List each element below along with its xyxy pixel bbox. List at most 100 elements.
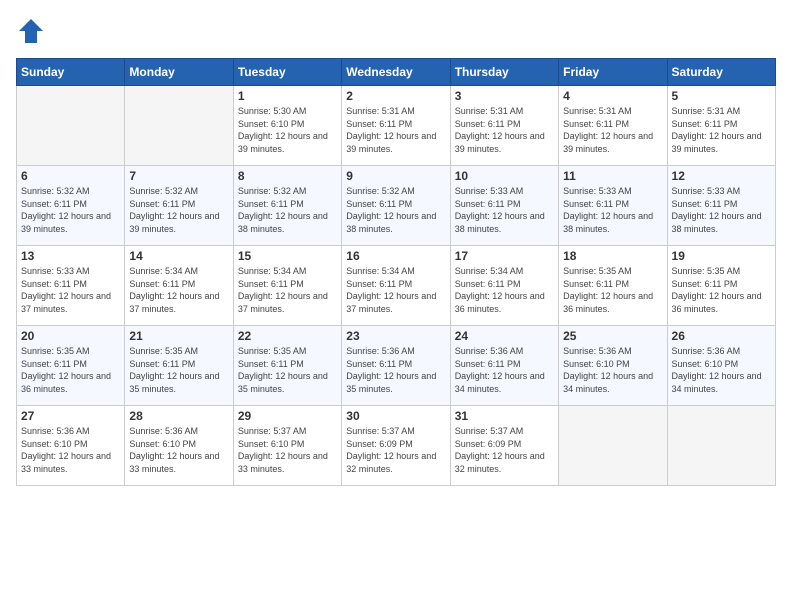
day-info: Sunrise: 5:33 AM Sunset: 6:11 PM Dayligh… bbox=[672, 185, 771, 235]
day-info: Sunrise: 5:31 AM Sunset: 6:11 PM Dayligh… bbox=[563, 105, 662, 155]
day-number: 23 bbox=[346, 329, 445, 343]
day-number: 30 bbox=[346, 409, 445, 423]
calendar-cell: 21 Sunrise: 5:35 AM Sunset: 6:11 PM Dayli… bbox=[125, 326, 233, 406]
day-number: 14 bbox=[129, 249, 228, 263]
calendar-cell: 16 Sunrise: 5:34 AM Sunset: 6:11 PM Dayli… bbox=[342, 246, 450, 326]
day-info: Sunrise: 5:33 AM Sunset: 6:11 PM Dayligh… bbox=[21, 265, 120, 315]
day-number: 13 bbox=[21, 249, 120, 263]
day-info: Sunrise: 5:36 AM Sunset: 6:10 PM Dayligh… bbox=[563, 345, 662, 395]
calendar-cell bbox=[17, 86, 125, 166]
day-info: Sunrise: 5:37 AM Sunset: 6:09 PM Dayligh… bbox=[455, 425, 554, 475]
day-info: Sunrise: 5:35 AM Sunset: 6:11 PM Dayligh… bbox=[21, 345, 120, 395]
calendar-cell: 15 Sunrise: 5:34 AM Sunset: 6:11 PM Dayli… bbox=[233, 246, 341, 326]
day-number: 27 bbox=[21, 409, 120, 423]
day-number: 11 bbox=[563, 169, 662, 183]
calendar-cell: 22Sunrise: 5:35 AM Sunset: 6:11 PM Dayli… bbox=[233, 326, 341, 406]
calendar-cell: 8Sunrise: 5:32 AM Sunset: 6:11 PM Daylig… bbox=[233, 166, 341, 246]
day-header-monday: Monday bbox=[125, 59, 233, 86]
calendar-cell: 24Sunrise: 5:36 AM Sunset: 6:11 PM Dayli… bbox=[450, 326, 558, 406]
day-info: Sunrise: 5:32 AM Sunset: 6:11 PM Dayligh… bbox=[21, 185, 120, 235]
calendar-cell bbox=[125, 86, 233, 166]
calendar-cell: 28 Sunrise: 5:36 AM Sunset: 6:10 PM Dayli… bbox=[125, 406, 233, 486]
day-info: Sunrise: 5:31 AM Sunset: 6:11 PM Dayligh… bbox=[346, 105, 445, 155]
calendar-cell: 23 Sunrise: 5:36 AM Sunset: 6:11 PM Dayli… bbox=[342, 326, 450, 406]
day-info: Sunrise: 5:34 AM Sunset: 6:11 PM Dayligh… bbox=[455, 265, 554, 315]
day-number: 4 bbox=[563, 89, 662, 103]
day-info: Sunrise: 5:35 AM Sunset: 6:11 PM Dayligh… bbox=[129, 345, 228, 395]
day-info: Sunrise: 5:32 AM Sunset: 6:11 PM Dayligh… bbox=[238, 185, 337, 235]
day-info: Sunrise: 5:34 AM Sunset: 6:11 PM Dayligh… bbox=[238, 265, 337, 315]
day-number: 21 bbox=[129, 329, 228, 343]
day-number: 15 bbox=[238, 249, 337, 263]
calendar-cell: 19Sunrise: 5:35 AM Sunset: 6:11 PM Dayli… bbox=[667, 246, 775, 326]
day-number: 5 bbox=[672, 89, 771, 103]
calendar-cell: 3 Sunrise: 5:31 AM Sunset: 6:11 PM Daylig… bbox=[450, 86, 558, 166]
day-number: 10 bbox=[455, 169, 554, 183]
day-number: 9 bbox=[346, 169, 445, 183]
calendar-cell: 13 Sunrise: 5:33 AM Sunset: 6:11 PM Dayli… bbox=[17, 246, 125, 326]
calendar-cell: 11 Sunrise: 5:33 AM Sunset: 6:11 PM Dayli… bbox=[559, 166, 667, 246]
calendar-cell: 17 Sunrise: 5:34 AM Sunset: 6:11 PM Dayli… bbox=[450, 246, 558, 326]
calendar-cell: 4 Sunrise: 5:31 AM Sunset: 6:11 PM Daylig… bbox=[559, 86, 667, 166]
day-info: Sunrise: 5:33 AM Sunset: 6:11 PM Dayligh… bbox=[563, 185, 662, 235]
day-header-tuesday: Tuesday bbox=[233, 59, 341, 86]
calendar-cell: 2 Sunrise: 5:31 AM Sunset: 6:11 PM Daylig… bbox=[342, 86, 450, 166]
day-info: Sunrise: 5:36 AM Sunset: 6:10 PM Dayligh… bbox=[21, 425, 120, 475]
calendar-cell: 1Sunrise: 5:30 AM Sunset: 6:10 PM Daylig… bbox=[233, 86, 341, 166]
calendar-cell: 7 Sunrise: 5:32 AM Sunset: 6:11 PM Daylig… bbox=[125, 166, 233, 246]
day-info: Sunrise: 5:31 AM Sunset: 6:11 PM Dayligh… bbox=[455, 105, 554, 155]
calendar-cell: 6 Sunrise: 5:32 AM Sunset: 6:11 PM Daylig… bbox=[17, 166, 125, 246]
day-info: Sunrise: 5:32 AM Sunset: 6:11 PM Dayligh… bbox=[129, 185, 228, 235]
calendar-cell: 14 Sunrise: 5:34 AM Sunset: 6:11 PM Dayli… bbox=[125, 246, 233, 326]
calendar-cell: 31 Sunrise: 5:37 AM Sunset: 6:09 PM Dayli… bbox=[450, 406, 558, 486]
day-info: Sunrise: 5:33 AM Sunset: 6:11 PM Dayligh… bbox=[455, 185, 554, 235]
day-number: 24 bbox=[455, 329, 554, 343]
day-info: Sunrise: 5:31 AM Sunset: 6:11 PM Dayligh… bbox=[672, 105, 771, 155]
day-number: 29 bbox=[238, 409, 337, 423]
calendar-cell: 10 Sunrise: 5:33 AM Sunset: 6:11 PM Dayli… bbox=[450, 166, 558, 246]
day-number: 6 bbox=[21, 169, 120, 183]
day-info: Sunrise: 5:37 AM Sunset: 6:10 PM Dayligh… bbox=[238, 425, 337, 475]
day-number: 16 bbox=[346, 249, 445, 263]
day-number: 31 bbox=[455, 409, 554, 423]
logo bbox=[16, 16, 50, 46]
day-number: 3 bbox=[455, 89, 554, 103]
calendar-cell: 30 Sunrise: 5:37 AM Sunset: 6:09 PM Dayli… bbox=[342, 406, 450, 486]
day-info: Sunrise: 5:36 AM Sunset: 6:10 PM Dayligh… bbox=[129, 425, 228, 475]
day-info: Sunrise: 5:35 AM Sunset: 6:11 PM Dayligh… bbox=[563, 265, 662, 315]
calendar-cell bbox=[559, 406, 667, 486]
calendar-cell: 5 Sunrise: 5:31 AM Sunset: 6:11 PM Daylig… bbox=[667, 86, 775, 166]
day-number: 2 bbox=[346, 89, 445, 103]
day-number: 1 bbox=[238, 89, 337, 103]
day-info: Sunrise: 5:34 AM Sunset: 6:11 PM Dayligh… bbox=[346, 265, 445, 315]
day-info: Sunrise: 5:36 AM Sunset: 6:11 PM Dayligh… bbox=[346, 345, 445, 395]
calendar-cell: 27 Sunrise: 5:36 AM Sunset: 6:10 PM Dayli… bbox=[17, 406, 125, 486]
calendar-cell: 26 Sunrise: 5:36 AM Sunset: 6:10 PM Dayli… bbox=[667, 326, 775, 406]
calendar-cell: 18 Sunrise: 5:35 AM Sunset: 6:11 PM Dayli… bbox=[559, 246, 667, 326]
day-number: 22 bbox=[238, 329, 337, 343]
day-number: 17 bbox=[455, 249, 554, 263]
calendar-cell bbox=[667, 406, 775, 486]
day-info: Sunrise: 5:32 AM Sunset: 6:11 PM Dayligh… bbox=[346, 185, 445, 235]
day-info: Sunrise: 5:36 AM Sunset: 6:10 PM Dayligh… bbox=[672, 345, 771, 395]
logo-icon bbox=[16, 16, 46, 46]
calendar-cell: 20 Sunrise: 5:35 AM Sunset: 6:11 PM Dayli… bbox=[17, 326, 125, 406]
calendar-cell: 25 Sunrise: 5:36 AM Sunset: 6:10 PM Dayli… bbox=[559, 326, 667, 406]
day-number: 7 bbox=[129, 169, 228, 183]
day-info: Sunrise: 5:37 AM Sunset: 6:09 PM Dayligh… bbox=[346, 425, 445, 475]
day-header-friday: Friday bbox=[559, 59, 667, 86]
day-number: 20 bbox=[21, 329, 120, 343]
day-header-sunday: Sunday bbox=[17, 59, 125, 86]
calendar-cell: 29 Sunrise: 5:37 AM Sunset: 6:10 PM Dayli… bbox=[233, 406, 341, 486]
day-header-saturday: Saturday bbox=[667, 59, 775, 86]
day-number: 26 bbox=[672, 329, 771, 343]
day-number: 28 bbox=[129, 409, 228, 423]
calendar-cell: 9 Sunrise: 5:32 AM Sunset: 6:11 PM Daylig… bbox=[342, 166, 450, 246]
day-header-wednesday: Wednesday bbox=[342, 59, 450, 86]
day-number: 18 bbox=[563, 249, 662, 263]
day-number: 25 bbox=[563, 329, 662, 343]
day-info: Sunrise: 5:34 AM Sunset: 6:11 PM Dayligh… bbox=[129, 265, 228, 315]
day-header-thursday: Thursday bbox=[450, 59, 558, 86]
day-info: Sunrise: 5:35 AM Sunset: 6:11 PM Dayligh… bbox=[672, 265, 771, 315]
calendar-table: SundayMondayTuesdayWednesdayThursdayFrid… bbox=[16, 58, 776, 486]
